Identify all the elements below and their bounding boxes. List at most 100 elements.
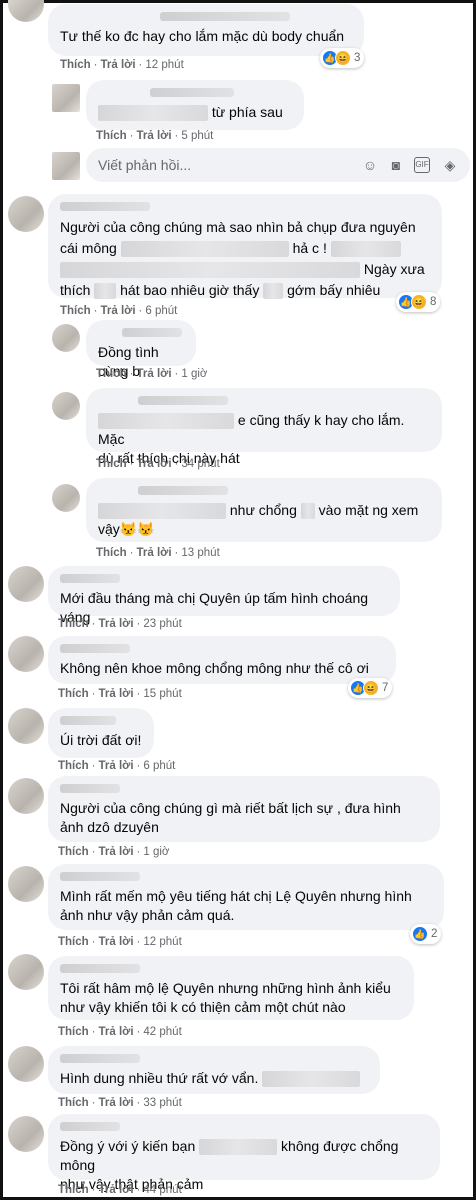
redacted-text	[120, 241, 289, 258]
comment-bubble: Người của công chúng gì mà riết bất lịch…	[48, 776, 440, 842]
user-avatar[interactable]	[52, 152, 80, 180]
comment-text: Người của công chúng gì mà riết bất lịch…	[60, 800, 401, 835]
reply-link[interactable]: Trả lời	[99, 1026, 134, 1038]
timestamp[interactable]: 12 phút	[143, 936, 181, 948]
commenter-name[interactable]	[160, 12, 290, 21]
timestamp[interactable]: 5 phút	[181, 130, 213, 142]
timestamp[interactable]: 13 phút	[181, 547, 219, 559]
comment-bubble: Không nên khoe mông chổng mông như thế c…	[48, 636, 396, 684]
commenter-name[interactable]	[138, 396, 228, 405]
like-link[interactable]: Thích	[58, 1026, 89, 1038]
timestamp[interactable]: 15 phút	[143, 688, 181, 700]
reaction-summary[interactable]: 👍 2	[410, 924, 442, 944]
comment-text: Người của công chúng mà sao nhìn bả chụp…	[60, 219, 425, 300]
avatar[interactable]	[8, 196, 44, 232]
timestamp[interactable]: 12 phút	[145, 59, 183, 71]
commenter-name[interactable]	[60, 872, 140, 881]
like-link[interactable]: Thích	[96, 547, 127, 559]
haha-reaction-icon: 😆	[335, 50, 351, 66]
commenter-name[interactable]	[150, 88, 234, 97]
timestamp[interactable]: 23 phút	[143, 618, 181, 630]
commenter-name[interactable]	[138, 486, 228, 495]
commenter-name[interactable]	[60, 644, 130, 653]
sticker-icon[interactable]: ◈	[442, 157, 458, 173]
gif-icon[interactable]: GIF	[414, 157, 430, 173]
avatar[interactable]	[52, 392, 80, 420]
comment-bubble: như chổng vào mặt ng xem vậy😾😾	[86, 478, 442, 542]
avatar[interactable]	[52, 324, 80, 352]
like-link[interactable]: Thích	[60, 305, 91, 317]
redacted-name	[98, 503, 226, 520]
like-link[interactable]: Thích	[58, 760, 89, 772]
timestamp[interactable]: 6 phút	[143, 760, 175, 772]
avatar[interactable]	[52, 484, 80, 512]
camera-icon[interactable]: ◙	[388, 157, 404, 173]
reaction-count: 8	[430, 296, 437, 308]
emoji-icon[interactable]: ☺	[362, 157, 378, 173]
avatar[interactable]	[8, 708, 44, 744]
comment-bubble: Tư thế ko đc hay cho lắm mặc dù body chu…	[48, 4, 364, 56]
commenter-name[interactable]	[60, 1122, 120, 1131]
haha-reaction-icon: 😆	[411, 294, 427, 310]
avatar[interactable]	[8, 866, 44, 902]
avatar[interactable]	[8, 1116, 44, 1152]
commenter-name[interactable]	[60, 202, 150, 211]
timestamp[interactable]: 44 phút	[143, 1184, 181, 1196]
commenter-name[interactable]	[60, 1054, 140, 1063]
like-link[interactable]: Thích	[58, 846, 89, 858]
reaction-summary[interactable]: 👍 😆 8	[396, 292, 441, 312]
avatar[interactable]	[8, 954, 44, 990]
commenter-name[interactable]	[60, 716, 116, 725]
like-link[interactable]: Thích	[60, 59, 91, 71]
comment-actions: Thích · Trả lời · 23 phút	[58, 618, 182, 630]
like-link[interactable]: Thích	[58, 1184, 89, 1196]
reply-link[interactable]: Trả lời	[137, 547, 172, 559]
avatar[interactable]	[8, 566, 44, 602]
like-link[interactable]: Thích	[96, 368, 127, 380]
reply-link[interactable]: Trả lời	[137, 368, 172, 380]
reply-link[interactable]: Trả lời	[99, 1184, 134, 1196]
reply-link[interactable]: Trả lời	[99, 1097, 134, 1109]
comment-actions: Thích · Trả lời · 6 phút	[58, 760, 176, 772]
commenter-name[interactable]	[60, 784, 120, 793]
reaction-summary[interactable]: 👍 😆 3	[320, 48, 365, 68]
avatar[interactable]	[8, 1046, 44, 1082]
comment-actions: Thích · Trả lời · 1 giờ	[58, 846, 170, 858]
comment-actions: Thích · Trả lời · 44 phút	[58, 1184, 182, 1196]
reply-link[interactable]: Trả lời	[99, 760, 134, 772]
timestamp[interactable]: 6 phút	[145, 305, 177, 317]
avatar[interactable]	[8, 778, 44, 814]
like-link[interactable]: Thích	[58, 1097, 89, 1109]
like-link[interactable]: Thích	[58, 936, 89, 948]
comment-text: như chổng vào mặt ng xem vậy😾😾	[98, 502, 419, 537]
reply-input[interactable]: Viết phản hồi... ☺ ◙ GIF ◈	[86, 148, 470, 182]
reply-link[interactable]: Trả lời	[137, 458, 172, 470]
commenter-name[interactable]	[60, 964, 140, 973]
avatar[interactable]	[52, 84, 80, 112]
reply-link[interactable]: Trả lời	[137, 130, 172, 142]
like-link[interactable]: Thích	[58, 618, 89, 630]
timestamp[interactable]: 42 phút	[143, 1026, 181, 1038]
timestamp[interactable]: 33 phút	[143, 1097, 181, 1109]
commenter-name[interactable]	[122, 328, 182, 337]
redacted-text	[330, 241, 401, 258]
reply-link[interactable]: Trả lời	[99, 688, 134, 700]
timestamp[interactable]: 1 giờ	[143, 846, 169, 858]
like-link[interactable]: Thích	[96, 458, 127, 470]
redacted-name	[199, 1139, 278, 1156]
like-link[interactable]: Thích	[58, 688, 89, 700]
reply-link[interactable]: Trả lời	[101, 305, 136, 317]
reply-link[interactable]: Trả lời	[99, 936, 134, 948]
avatar[interactable]	[8, 636, 44, 672]
comment-bubble: Mới đầu tháng mà chị Quyên úp tấm hình c…	[48, 566, 400, 625]
reaction-summary[interactable]: 👍 😆 7	[348, 678, 393, 698]
commenter-name[interactable]	[60, 574, 120, 583]
reply-link[interactable]: Trả lời	[99, 846, 134, 858]
comment-actions: Thích · Trả lời · 6 phút	[60, 305, 178, 317]
like-link[interactable]: Thích	[96, 130, 127, 142]
timestamp[interactable]: 34 phút	[181, 458, 219, 470]
timestamp[interactable]: 1 giờ	[181, 368, 207, 380]
reply-link[interactable]: Trả lời	[99, 618, 134, 630]
comment-text: Mình rất mến mộ yêu tiếng hát chị Lệ Quy…	[60, 888, 412, 923]
reply-link[interactable]: Trả lời	[101, 59, 136, 71]
